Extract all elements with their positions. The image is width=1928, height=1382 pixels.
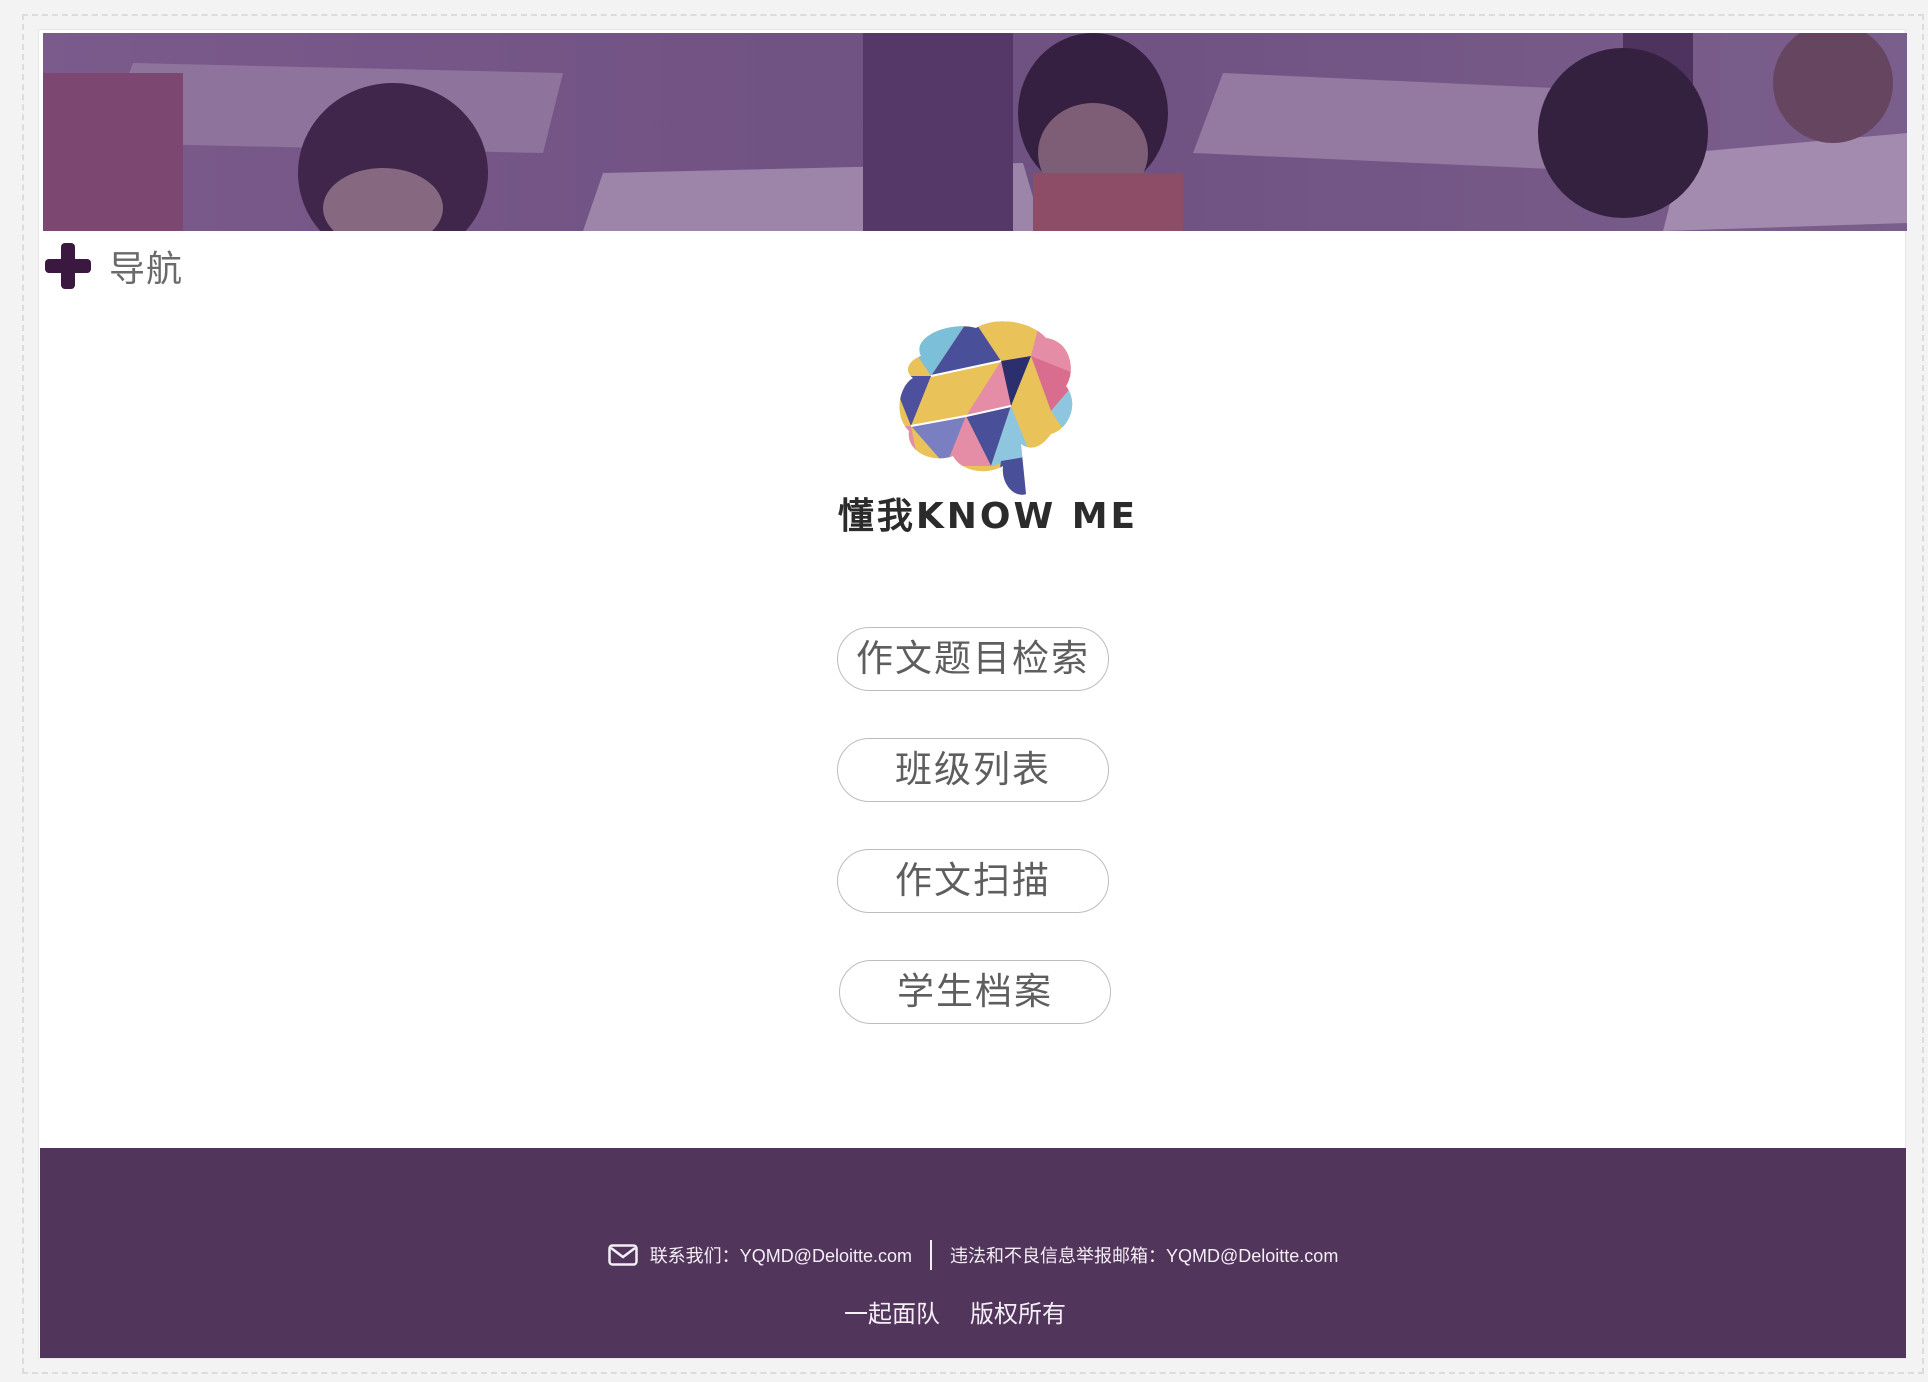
copyright-text: 版权所有 — [970, 1301, 1066, 1328]
report-email[interactable]: 违法和不良信息举报邮箱：YQMD@Deloitte.com — [950, 1242, 1338, 1268]
essay-topic-search-button[interactable]: 作文题目检索 — [837, 627, 1109, 691]
banner-image — [43, 33, 1907, 231]
nav-label: 导航 — [109, 249, 184, 290]
plus-icon — [45, 243, 91, 289]
class-list-button[interactable]: 班级列表 — [837, 738, 1109, 802]
student-records-button[interactable]: 学生档案 — [839, 960, 1111, 1024]
nav-toggle[interactable]: 导航 — [43, 238, 183, 294]
team-name: 一起面队 — [844, 1301, 940, 1328]
brand-name: 懂我KNOW ME — [837, 496, 1139, 537]
brain-logo-icon — [899, 321, 1073, 495]
page-container: 导航 懂我KNOW ME 作文题目检索 班级列表 作文扫描 学生档案 联系我们：… — [38, 29, 1907, 1359]
footer-divider — [930, 1240, 932, 1270]
footer: 联系我们：YQMD@Deloitte.com 违法和不良信息举报邮箱：YQMD@… — [40, 1148, 1906, 1358]
footer-copyright-row: 一起面队 版权所有 — [40, 1294, 1906, 1329]
contact-email[interactable]: 联系我们：YQMD@Deloitte.com — [650, 1242, 912, 1268]
footer-contact-row: 联系我们：YQMD@Deloitte.com 违法和不良信息举报邮箱：YQMD@… — [40, 1240, 1906, 1270]
essay-scan-button[interactable]: 作文扫描 — [837, 849, 1109, 913]
mail-icon — [607, 1244, 638, 1266]
